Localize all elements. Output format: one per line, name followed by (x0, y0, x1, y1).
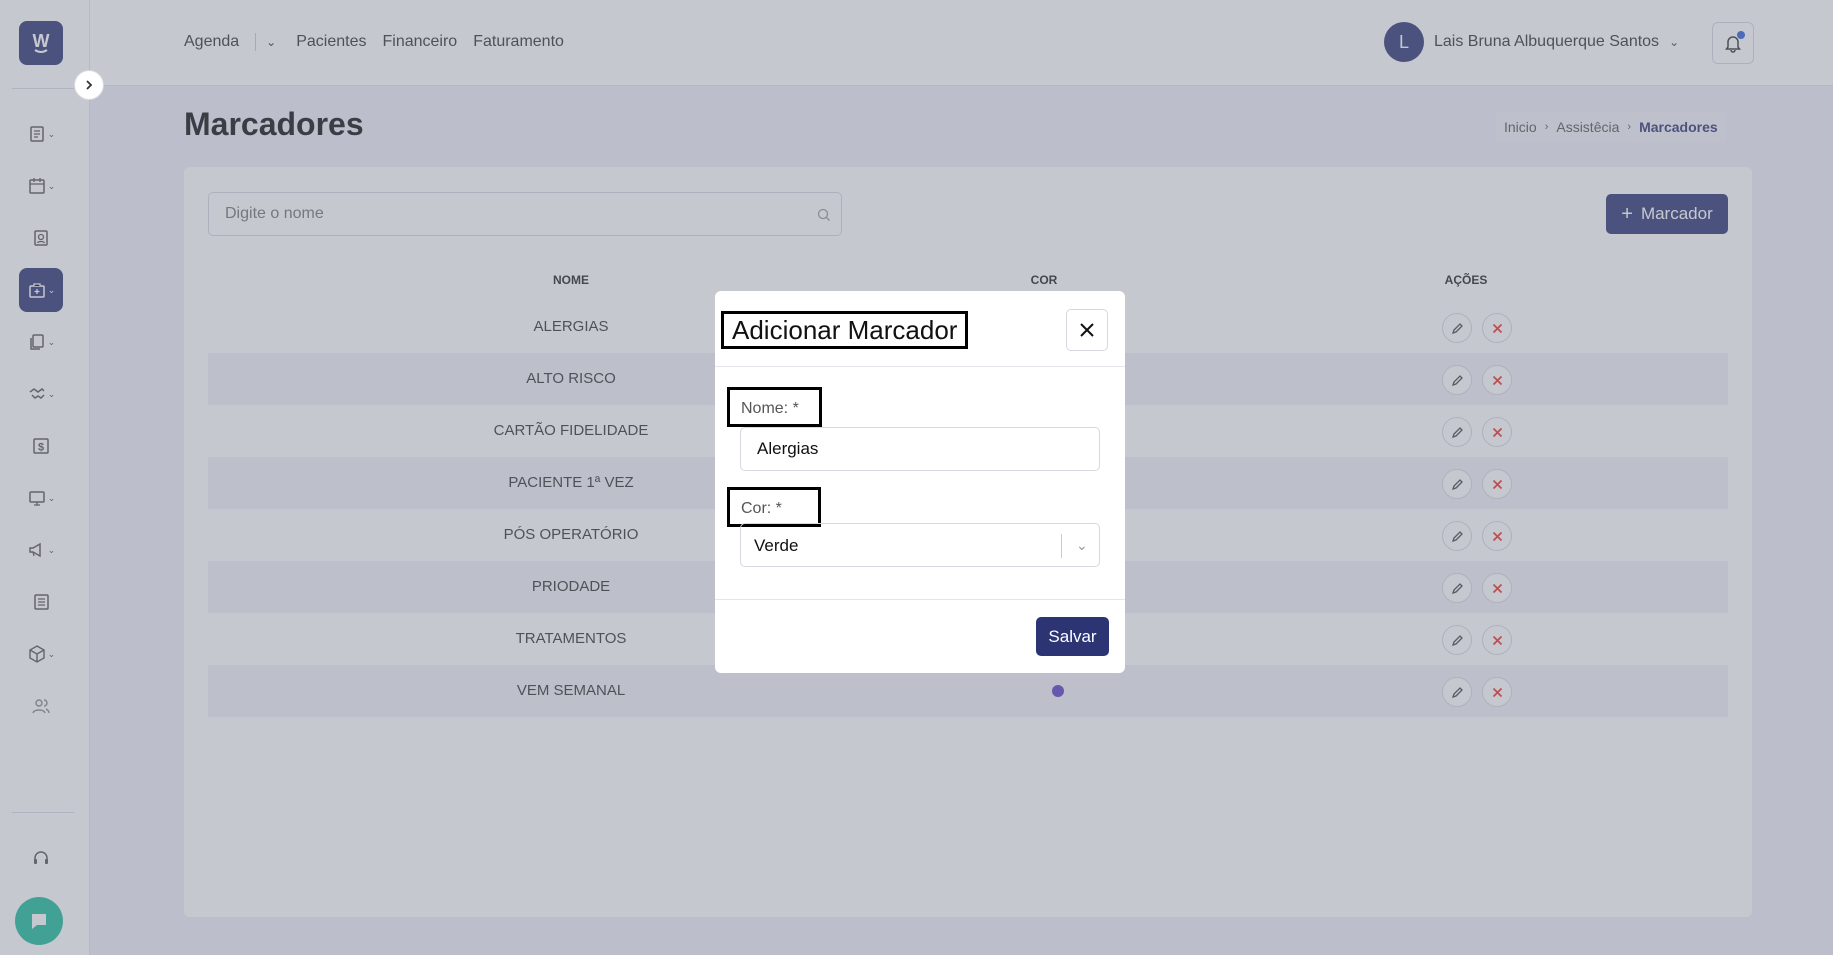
name-label: Nome: * (727, 387, 822, 427)
modal-divider (715, 366, 1125, 367)
modal-title: Adicionar Marcador (721, 311, 969, 349)
close-button[interactable] (1066, 309, 1108, 351)
color-label: Cor: * (727, 487, 821, 527)
color-select-value: Verde (754, 536, 799, 555)
select-separator (1061, 534, 1062, 558)
close-icon (1080, 323, 1094, 337)
sidebar-collapse-button[interactable] (74, 70, 104, 100)
add-marker-modal: Adicionar Marcador Nome: * Cor: * Verde … (715, 291, 1125, 673)
save-button[interactable]: Salvar (1036, 617, 1109, 656)
name-field[interactable] (740, 427, 1100, 471)
chevron-right-icon (86, 80, 93, 90)
color-select[interactable]: Verde ⌄ (740, 523, 1100, 567)
chevron-down-icon[interactable]: ⌄ (1076, 537, 1088, 554)
modal-divider (715, 599, 1125, 600)
